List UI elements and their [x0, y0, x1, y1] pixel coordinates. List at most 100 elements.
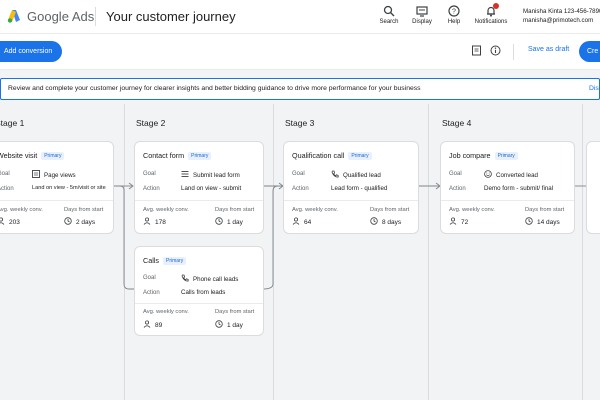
stage-3-label: Stage 3	[285, 118, 315, 128]
action-value: Land on view - 5m/visit or site	[32, 185, 106, 191]
card-title: Qualification call	[292, 151, 345, 160]
notifications-button[interactable]: Notifications	[471, 5, 511, 25]
days-from-start-label: Days from start	[215, 207, 255, 213]
page-title: Your customer journey	[106, 9, 236, 24]
info-banner: Review and complete your customer journe…	[0, 78, 600, 100]
action-value: Land on view - submit	[181, 185, 242, 192]
avg-weekly-label: Avg. weekly conv.	[143, 309, 189, 315]
top-app-bar: Google Ads Your customer journey Search …	[0, 0, 600, 33]
avg-weekly-value: 203	[9, 219, 20, 226]
goal-label: Goal	[0, 171, 10, 177]
avg-weekly-wrap: 72	[449, 217, 468, 226]
avg-weekly-value: 89	[155, 322, 163, 329]
brand-google: Google	[27, 9, 69, 24]
page-icon	[32, 170, 40, 178]
avg-weekly-wrap: 203	[0, 217, 20, 226]
days-from-start-label: Days from start	[525, 207, 565, 213]
avg-weekly-value: 178	[155, 219, 166, 226]
column-divider	[428, 104, 429, 400]
phone-icon	[331, 170, 339, 178]
card-divider	[135, 303, 263, 304]
toolbar: Add conversion Save as draft Cre	[0, 33, 600, 70]
card-title: Calls	[143, 256, 159, 265]
search-label: Search	[379, 19, 399, 25]
clock-icon	[215, 217, 223, 225]
days-value: 2 days	[76, 219, 96, 226]
save-as-draft-button[interactable]: Save as draft	[528, 46, 569, 53]
people-icon	[143, 320, 151, 328]
days-value: 8 days	[382, 219, 402, 226]
days-value: 1 day	[227, 322, 243, 329]
card-divider	[441, 200, 574, 201]
clock-icon	[64, 217, 72, 225]
avg-weekly-value: 64	[304, 219, 312, 226]
goal-label: Goal	[143, 171, 156, 177]
search-icon	[383, 5, 395, 17]
clock-icon	[370, 217, 378, 225]
days-from-start-label: Days from start	[215, 309, 255, 315]
goal-value-wrap: Converted lead	[484, 170, 538, 179]
primary-badge: Primary	[494, 152, 518, 161]
info-icon[interactable]	[490, 45, 501, 56]
people-icon	[449, 217, 457, 225]
card-website-visit[interactable]: Website visitPrimary Goal Page views Act…	[0, 141, 114, 234]
stage-4-label: Stage 4	[442, 118, 472, 128]
primary-badge: Primary	[41, 152, 65, 161]
days-from-start-label: Days from start	[64, 207, 104, 213]
primary-badge: Primary	[188, 152, 212, 161]
days-wrap: 14 days	[525, 217, 560, 226]
card-job-compare[interactable]: Job compare Primary Goal Converted lead A…	[440, 141, 575, 234]
card-title: Job compare	[449, 151, 491, 160]
brand-divider	[95, 7, 96, 26]
action-label: Action	[292, 186, 309, 192]
action-value: Calls from leads	[181, 289, 226, 296]
goal-label: Goal	[449, 171, 462, 177]
action-value: Demo form - submit/ final	[484, 185, 554, 192]
avg-weekly-wrap: 89	[143, 320, 162, 329]
card-title-wrap: Website visit Primary	[0, 151, 65, 161]
people-icon	[0, 217, 5, 225]
dismiss-link[interactable]: Dism	[589, 79, 600, 99]
column-divider	[124, 104, 125, 400]
column-divider	[273, 104, 274, 400]
people-icon	[143, 217, 151, 225]
add-conversion-button[interactable]: Add conversion	[0, 41, 63, 62]
help-button[interactable]: ? Help	[434, 5, 474, 25]
card-title-wrap: Qualification call Primary	[292, 151, 372, 161]
account-name: Manisha Kinta 123-456-7890	[523, 8, 600, 15]
action-value: Lead form - qualified	[331, 185, 388, 192]
action-label: Action	[0, 186, 14, 192]
card-contact-form[interactable]: Contact form Primary Goal Submit lead for…	[134, 141, 264, 234]
goal-value: Qualified lead	[343, 172, 381, 179]
card-qualification-call[interactable]: Qualification call Primary Goal Qualified…	[283, 141, 419, 234]
card-divider	[284, 200, 418, 201]
goal-value-wrap: Phone call leads	[181, 274, 238, 283]
card-title: Contact form	[143, 151, 185, 160]
card-divider	[135, 200, 263, 201]
card-next-stage-partial[interactable]	[586, 141, 600, 234]
notifications-label: Notifications	[474, 19, 508, 25]
smile-icon	[484, 170, 492, 178]
card-title-wrap: Contact form Primary	[143, 151, 212, 161]
help-icon: ?	[448, 5, 460, 17]
create-button[interactable]: Cre	[579, 41, 600, 62]
clock-icon	[215, 320, 223, 328]
days-wrap: 8 days	[370, 217, 401, 226]
goal-value: Phone call leads	[193, 276, 239, 283]
avg-weekly-label: Avg. weekly conv.	[0, 207, 43, 213]
toolbar-divider	[513, 44, 514, 60]
brand-name: Google Ads	[27, 9, 94, 24]
card-calls[interactable]: Calls Primary Goal Phone call leads Actio…	[134, 246, 264, 336]
avg-weekly-value: 72	[461, 219, 469, 226]
action-label: Action	[143, 186, 160, 192]
brand-ads: Ads	[71, 9, 95, 24]
days-value: 14 days	[537, 219, 560, 226]
days-wrap: 1 day	[215, 217, 243, 226]
card-title-wrap: Calls Primary	[143, 256, 187, 266]
help-label: Help	[447, 19, 461, 25]
goal-label: Goal	[292, 171, 305, 177]
avg-weekly-label: Avg. weekly conv.	[292, 207, 338, 213]
account-info[interactable]: Manisha Kinta 123-456-7890 manisha@primo…	[523, 7, 600, 25]
document-icon[interactable]	[471, 45, 482, 56]
phone-icon	[181, 274, 189, 282]
